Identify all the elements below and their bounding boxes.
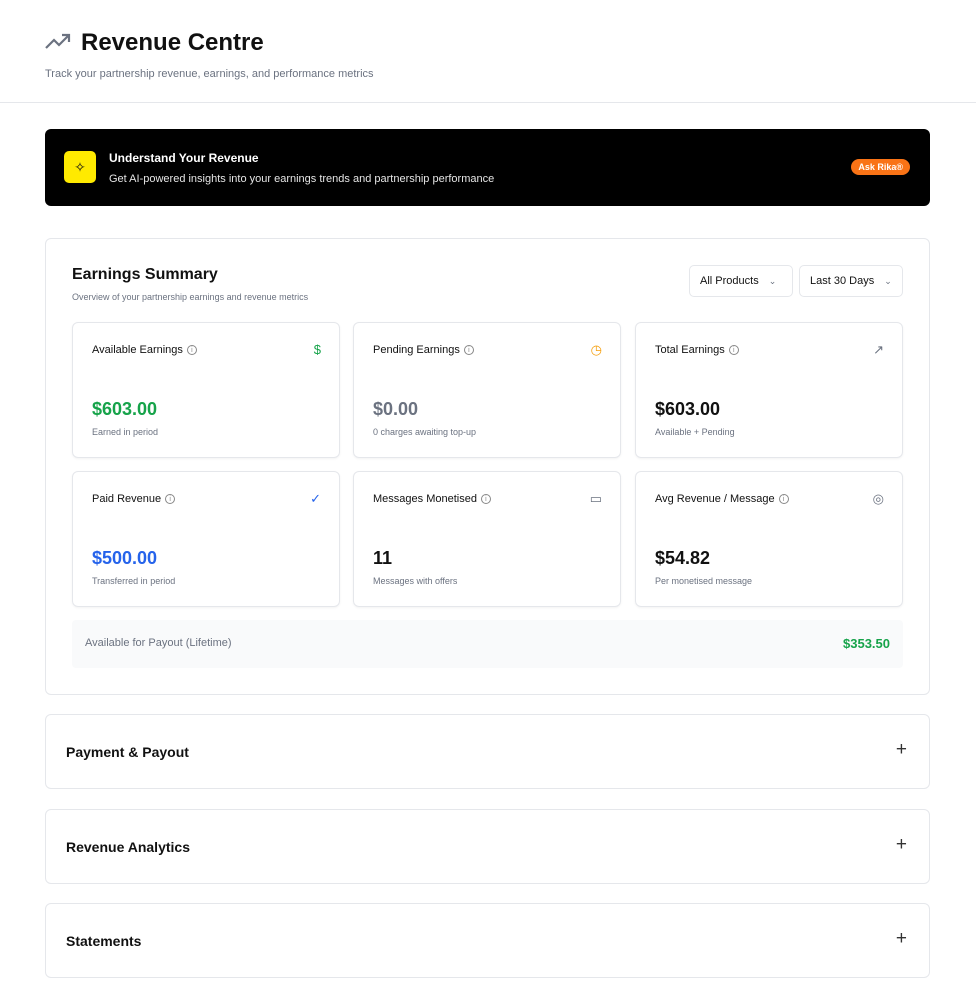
metric-label-text: Messages Monetised [373,493,477,505]
section-title: Revenue Analytics [66,839,190,855]
metric-label: Available Earnings i [92,344,197,356]
metric-label: Total Earnings i [655,344,739,356]
message-icon: ▭ [589,491,602,506]
banner-title: Understand Your Revenue [109,151,259,165]
section-statements[interactable]: Statements + [45,903,930,978]
info-icon[interactable]: i [728,345,739,355]
metric-label-text: Available Earnings [92,344,183,356]
info-icon[interactable]: i [480,494,491,504]
metric-value: $500.00 [92,548,158,568]
payout-summary: Available for Payout (Lifetime) $353.50 [72,620,903,668]
period-filter-dropdown[interactable]: Last 30 Days ⌄ [799,265,903,297]
section-title: Payment & Payout [66,744,189,760]
metric-label: Avg Revenue / Message i [655,493,789,505]
sparkle-icon: ✧ [64,151,96,183]
metric-value: $603.00 [655,399,721,419]
section-payment-payout[interactable]: Payment & Payout + [45,714,930,789]
metric-value: $54.82 [655,548,711,568]
ai-insights-banner: ✧ Understand Your Revenue Get AI-powered… [45,129,930,206]
page-subtitle: Track your partnership revenue, earnings… [45,68,374,80]
metric-label: Messages Monetised i [373,493,491,505]
metric-card: Total Earnings i ↗ $603.00 Available + Pe… [635,322,903,458]
metric-label: Paid Revenue i [92,493,176,505]
summary-subtitle: Overview of your partnership earnings an… [72,292,309,302]
chevron-down-icon: ⌄ [884,275,892,286]
metric-card: Paid Revenue i ✓ $500.00 Transferred in p… [72,471,340,607]
metric-card: Messages Monetised i ▭ 11 Messages with o… [353,471,621,607]
clock-icon: ◷ [590,342,602,357]
metric-note: Transferred in period [92,576,176,586]
divider [0,102,976,103]
ask-rika-button[interactable]: Ask Rika® [851,159,910,175]
metric-value: 11 [373,548,393,568]
product-filter-dropdown[interactable]: All Products ⌄ [689,265,793,297]
info-icon[interactable]: i [463,345,474,355]
summary-title: Earnings Summary [72,266,218,283]
trending-up-icon [45,33,71,49]
info-icon[interactable]: i [165,494,176,504]
payout-value: $353.50 [843,636,890,651]
trending-up-icon: ↗ [873,342,884,357]
dollar-icon: $ [313,342,321,357]
metric-label-text: Total Earnings [655,344,725,356]
section-revenue-analytics[interactable]: Revenue Analytics + [45,809,930,884]
metric-note: Messages with offers [373,576,458,586]
info-icon[interactable]: i [778,494,789,504]
plus-icon[interactable]: + [896,739,907,761]
metric-value: $0.00 [373,399,419,419]
payout-label: Available for Payout (Lifetime) [85,637,232,649]
metric-value: $603.00 [92,399,158,419]
plus-icon[interactable]: + [896,928,907,950]
metric-label: Pending Earnings i [373,344,474,356]
metric-note: Available + Pending [655,427,735,437]
metric-label-text: Pending Earnings [373,344,460,356]
product-filter-value: All Products [700,275,759,287]
target-icon: ◎ [872,491,884,506]
page-title: Revenue Centre [81,29,264,56]
period-filter-value: Last 30 Days [810,275,875,287]
check-circle-icon: ✓ [310,491,321,506]
metric-note: Earned in period [92,427,159,437]
metric-note: Per monetised message [655,576,753,586]
section-title: Statements [66,933,142,949]
metric-card: Pending Earnings i ◷ $0.00 0 charges awai… [353,322,621,458]
chevron-down-icon: ⌄ [768,275,777,286]
banner-subtitle: Get AI-powered insights into your earnin… [109,173,495,185]
metric-card: Available Earnings i $ $603.00 Earned in … [72,322,340,458]
metric-label-text: Avg Revenue / Message [655,493,775,505]
earnings-summary-panel: Earnings Summary Overview of your partne… [45,238,930,695]
plus-icon[interactable]: + [896,834,907,856]
metric-label-text: Paid Revenue [92,493,162,505]
info-icon[interactable]: i [186,345,197,355]
metric-note: 0 charges awaiting top-up [373,427,477,437]
metric-card: Avg Revenue / Message i ◎ $54.82 Per mone… [635,471,903,607]
